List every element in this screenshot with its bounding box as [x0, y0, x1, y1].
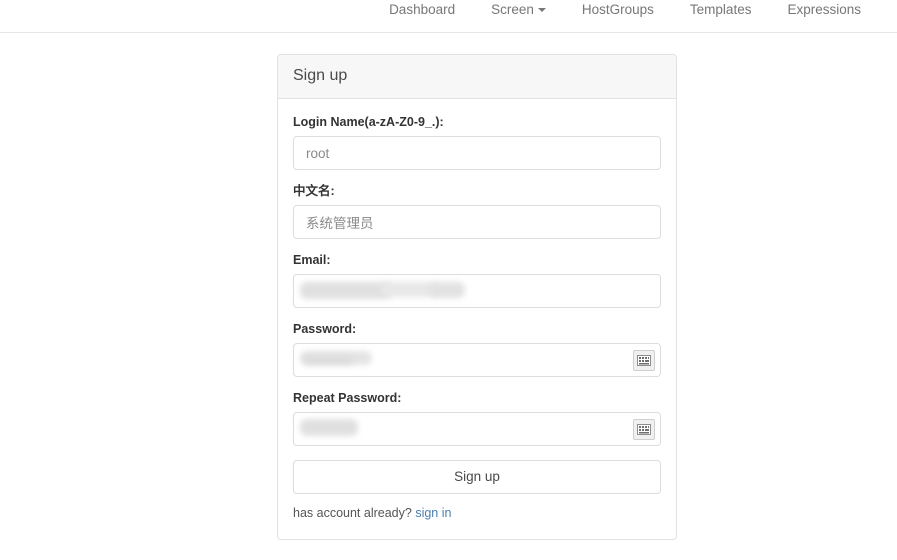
email-label: Email: — [293, 253, 331, 267]
signin-prompt: has account already? sign in — [293, 505, 661, 521]
login-name-input-wrap — [293, 136, 661, 170]
signup-form: Login Name(a-zA-Z0-9_.): 中文名: Email: P — [278, 99, 676, 539]
email-input[interactable] — [293, 274, 661, 308]
page-title: Sign up — [293, 67, 348, 84]
login-name-label: Login Name(a-zA-Z0-9_.): — [293, 115, 444, 129]
nav-item-label: Expressions — [787, 2, 861, 17]
form-group-submit: Sign up has account already? sign in — [293, 460, 661, 521]
repeat-password-input-wrap — [293, 412, 661, 446]
nav-item-hostgroups[interactable]: HostGroups — [564, 0, 672, 20]
signup-panel: Sign up Login Name(a-zA-Z0-9_.): 中文名: Em… — [277, 54, 677, 540]
form-group-password: Password: — [293, 322, 661, 377]
signin-prompt-text: has account already? — [293, 506, 412, 520]
password-label: Password: — [293, 322, 357, 336]
repeat-password-input[interactable] — [293, 412, 661, 446]
chinese-name-label: 中文名: — [293, 184, 335, 198]
nav-item-expressions[interactable]: Expressions — [769, 0, 879, 20]
keyboard-icon[interactable] — [633, 419, 655, 440]
chevron-down-icon — [537, 8, 546, 12]
repeat-password-label: Repeat Password: — [293, 391, 402, 405]
email-input-wrap — [293, 274, 661, 308]
nav-item-label: Templates — [689, 2, 752, 17]
password-input-wrap — [293, 343, 661, 377]
chinese-name-input[interactable] — [293, 205, 661, 239]
password-input[interactable] — [293, 343, 661, 377]
nav-item-label: Dashboard — [389, 2, 456, 17]
form-group-login-name: Login Name(a-zA-Z0-9_.): — [293, 115, 661, 170]
keyboard-icon[interactable] — [633, 350, 655, 371]
form-group-email: Email: — [293, 253, 661, 308]
form-group-repeat-password: Repeat Password: — [293, 391, 661, 446]
top-navbar: Dashboard Screen HostGroups Templates Ex… — [0, 0, 897, 33]
signup-button[interactable]: Sign up — [293, 460, 661, 494]
nav-item-screen[interactable]: Screen — [473, 0, 564, 20]
form-group-chinese-name: 中文名: — [293, 184, 661, 239]
panel-header: Sign up — [278, 55, 676, 99]
chinese-name-input-wrap — [293, 205, 661, 239]
nav-item-templates[interactable]: Templates — [672, 0, 770, 20]
sign-in-link[interactable]: sign in — [415, 506, 451, 520]
login-name-input[interactable] — [293, 136, 661, 170]
nav-item-dashboard[interactable]: Dashboard — [371, 0, 473, 20]
main-nav: Dashboard Screen HostGroups Templates Ex… — [371, 0, 879, 32]
nav-item-label: Screen — [491, 2, 534, 17]
nav-item-label: HostGroups — [581, 2, 654, 17]
